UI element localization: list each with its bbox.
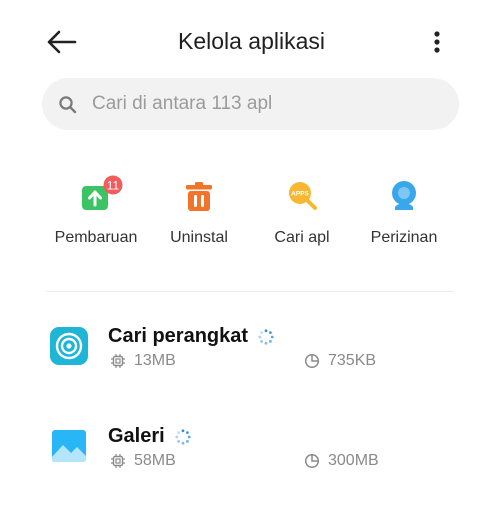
action-pembaruan[interactable]: 11 Pembaruan [41,170,151,254]
action-label: Pembaruan [54,229,138,246]
trash-icon [186,182,212,211]
action-uninstal[interactable]: Uninstal [144,170,254,254]
chip-icon [111,454,125,468]
pie-chart-icon [304,453,320,469]
quick-actions: 11 Pembaruan Uninstal APPS Cari apl Peri… [0,170,503,260]
apps-search-icon: APPS [289,182,317,210]
update-arrow-icon: 11 [82,175,123,210]
svg-text:11: 11 [107,179,120,193]
action-label: Perizinan [370,229,438,246]
search-icon [59,96,77,114]
chip-icon [111,354,125,368]
header: Kelola aplikasi [0,0,503,84]
action-label: Cari apl [274,229,330,246]
more-options-button[interactable] [426,27,448,57]
more-vertical-icon [434,31,440,53]
app-row-cari-perangkat[interactable]: Cari perangkat 13MB 735KB [0,325,503,395]
app-name: Galeri [108,425,165,447]
action-cari-apl[interactable]: APPS Cari apl [247,170,357,254]
svg-text:APPS: APPS [291,191,309,198]
update-count-badge: 11 [103,175,123,195]
loading-icon [258,329,274,345]
search-bar[interactable] [42,78,459,130]
gallery-icon [52,430,86,462]
app-name: Cari perangkat [108,325,249,347]
action-label: Uninstal [170,229,228,246]
app-row-galeri[interactable]: Galeri 58MB 300MB [0,425,503,495]
pie-chart-icon [304,353,320,369]
search-input[interactable] [92,78,442,130]
find-device-icon [50,327,88,365]
action-perizinan[interactable]: Perizinan [349,170,459,254]
loading-icon [175,429,191,445]
permissions-icon [392,181,416,210]
divider [46,291,454,292]
